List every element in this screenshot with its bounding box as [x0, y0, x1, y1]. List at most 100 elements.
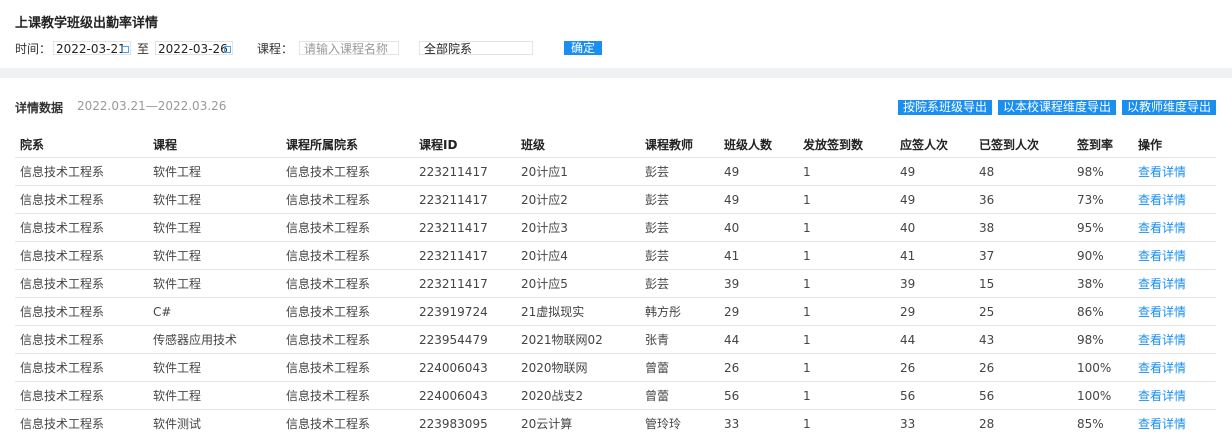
checkins-issued-cell: 1	[798, 382, 895, 410]
table-row: 信息技术工程系软件工程信息技术工程系22321141720计应1彭芸491494…	[15, 158, 1216, 186]
attendance-rate-cell: 73%	[1072, 186, 1133, 214]
course-department-cell: 信息技术工程系	[281, 186, 414, 214]
export-by-department-button[interactable]: 按院系班级导出	[898, 100, 992, 115]
expected-checkins-cell: 29	[895, 298, 974, 326]
course-department-cell: 信息技术工程系	[281, 158, 414, 186]
table-row: 信息技术工程系软件工程信息技术工程系22321141720计应3彭芸401403…	[15, 214, 1216, 242]
teacher-cell: 彭芸	[640, 270, 719, 298]
expected-checkins-cell: 49	[895, 186, 974, 214]
course-cell: 软件测试	[148, 410, 281, 437]
confirm-button[interactable]: 确定	[564, 41, 602, 55]
view-details-link[interactable]: 查看详情	[1133, 214, 1216, 242]
course-department-cell: 信息技术工程系	[281, 326, 414, 354]
filter-panel: 上课教学班级出勤率详情 时间： 2022-03-21 至 2022-03-26 …	[0, 0, 1232, 68]
expected-checkins-cell: 33	[895, 410, 974, 437]
section-divider	[0, 68, 1232, 78]
class-cell: 2020战支2	[516, 382, 640, 410]
department-cell: 信息技术工程系	[15, 354, 148, 382]
time-label: 时间：	[15, 40, 51, 57]
view-details-link[interactable]: 查看详情	[1133, 270, 1216, 298]
course-department-cell: 信息技术工程系	[281, 382, 414, 410]
detail-date-range: 2022.03.21—2022.03.26	[77, 99, 226, 113]
start-date-input[interactable]: 2022-03-21	[53, 41, 131, 55]
export-by-course-button[interactable]: 以本校课程维度导出	[998, 100, 1116, 115]
department-cell: 信息技术工程系	[15, 298, 148, 326]
calendar-icon[interactable]	[224, 46, 231, 53]
export-by-teacher-button[interactable]: 以教师维度导出	[1122, 100, 1216, 115]
course-department-cell: 信息技术工程系	[281, 410, 414, 437]
class-size-cell: 44	[719, 326, 798, 354]
department-cell: 信息技术工程系	[15, 158, 148, 186]
attendance-rate-cell: 100%	[1072, 382, 1133, 410]
course-id-cell: 223211417	[414, 270, 516, 298]
table-row: 信息技术工程系软件工程信息技术工程系2240060432020物联网曾蕾2612…	[15, 354, 1216, 382]
end-date-value: 2022-03-26	[158, 42, 228, 56]
course-cell: 软件工程	[148, 354, 281, 382]
end-date-input[interactable]: 2022-03-26	[155, 41, 233, 55]
checkins-issued-cell: 1	[798, 214, 895, 242]
checkins-issued-cell: 1	[798, 354, 895, 382]
attendance-rate-cell: 90%	[1072, 242, 1133, 270]
course-id-cell: 223954479	[414, 326, 516, 354]
checkins-issued-cell: 1	[798, 326, 895, 354]
completed-checkins-cell: 38	[974, 214, 1072, 242]
column-header: 课程ID	[414, 131, 516, 158]
class-cell: 20计应1	[516, 158, 640, 186]
attendance-rate-cell: 38%	[1072, 270, 1133, 298]
class-cell: 20计应5	[516, 270, 640, 298]
detail-header: 详情数据 2022.03.21—2022.03.26 按院系班级导出 以本校课程…	[0, 78, 1232, 130]
class-size-cell: 41	[719, 242, 798, 270]
attendance-rate-cell: 98%	[1072, 158, 1133, 186]
course-id-cell: 224006043	[414, 382, 516, 410]
class-size-cell: 49	[719, 186, 798, 214]
attendance-rate-cell: 85%	[1072, 410, 1133, 437]
course-cell: 软件工程	[148, 186, 281, 214]
attendance-rate-cell: 100%	[1072, 354, 1133, 382]
class-cell: 2021物联网02	[516, 326, 640, 354]
column-header: 班级人数	[719, 131, 798, 158]
teacher-cell: 张青	[640, 326, 719, 354]
class-cell: 20云计算	[516, 410, 640, 437]
view-details-link[interactable]: 查看详情	[1133, 158, 1216, 186]
view-details-link[interactable]: 查看详情	[1133, 298, 1216, 326]
course-id-cell: 223211417	[414, 158, 516, 186]
to-label: 至	[137, 40, 149, 57]
view-details-link[interactable]: 查看详情	[1133, 354, 1216, 382]
class-cell: 2020物联网	[516, 354, 640, 382]
department-cell: 信息技术工程系	[15, 186, 148, 214]
checkins-issued-cell: 1	[798, 410, 895, 437]
expected-checkins-cell: 56	[895, 382, 974, 410]
class-size-cell: 40	[719, 214, 798, 242]
column-header: 课程	[148, 131, 281, 158]
calendar-icon[interactable]	[122, 46, 129, 53]
course-search-input[interactable]: 请输入课程名称	[299, 41, 399, 55]
checkins-issued-cell: 1	[798, 242, 895, 270]
expected-checkins-cell: 49	[895, 158, 974, 186]
expected-checkins-cell: 44	[895, 326, 974, 354]
teacher-cell: 韩方彤	[640, 298, 719, 326]
class-cell: 21虚拟现实	[516, 298, 640, 326]
view-details-link[interactable]: 查看详情	[1133, 410, 1216, 437]
class-size-cell: 49	[719, 158, 798, 186]
completed-checkins-cell: 28	[974, 410, 1072, 437]
table-row: 信息技术工程系软件工程信息技术工程系22321141720计应2彭芸491493…	[15, 186, 1216, 214]
teacher-cell: 彭芸	[640, 214, 719, 242]
course-department-cell: 信息技术工程系	[281, 270, 414, 298]
course-cell: 传感器应用技术	[148, 326, 281, 354]
course-id-cell: 223211417	[414, 214, 516, 242]
completed-checkins-cell: 26	[974, 354, 1072, 382]
course-department-cell: 信息技术工程系	[281, 214, 414, 242]
view-details-link[interactable]: 查看详情	[1133, 382, 1216, 410]
completed-checkins-cell: 37	[974, 242, 1072, 270]
view-details-link[interactable]: 查看详情	[1133, 326, 1216, 354]
course-cell: 软件工程	[148, 270, 281, 298]
department-select[interactable]: 全部院系	[419, 41, 533, 55]
export-button-group: 按院系班级导出 以本校课程维度导出 以教师维度导出	[898, 100, 1216, 115]
column-header: 签到率	[1072, 131, 1133, 158]
attendance-rate-cell: 98%	[1072, 326, 1133, 354]
class-cell: 20计应4	[516, 242, 640, 270]
course-cell: 软件工程	[148, 214, 281, 242]
view-details-link[interactable]: 查看详情	[1133, 186, 1216, 214]
column-header: 课程所属院系	[281, 131, 414, 158]
view-details-link[interactable]: 查看详情	[1133, 242, 1216, 270]
